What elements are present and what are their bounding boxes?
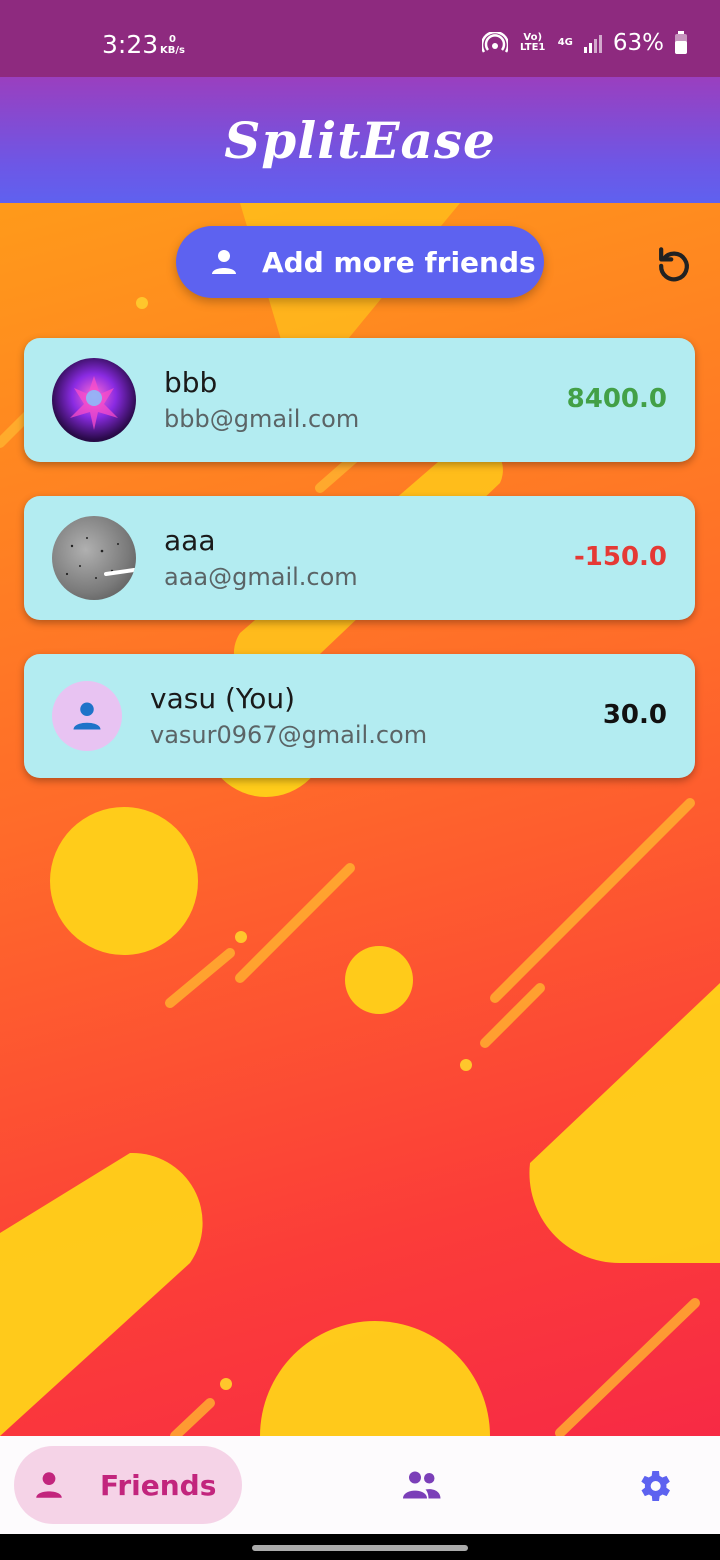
app-title: SplitEase (224, 110, 496, 170)
friend-name: vasu (You) (150, 682, 296, 715)
friend-name: aaa (164, 524, 216, 557)
groups-icon[interactable] (400, 1466, 442, 1504)
person-icon (212, 250, 236, 274)
avatar (52, 516, 136, 600)
add-friends-label: Add more friends (262, 245, 536, 279)
nav-friends-label: Friends (100, 1468, 217, 1502)
friend-balance: 30.0 (602, 700, 667, 730)
friend-balance: 8400.0 (566, 384, 667, 414)
refresh-icon[interactable] (652, 242, 696, 286)
volte-label: Vo) LTE1 (520, 32, 546, 53)
home-indicator[interactable] (252, 1545, 468, 1551)
settings-icon[interactable] (634, 1466, 674, 1506)
bottom-navigation: Friends (0, 1436, 720, 1534)
status-bar: 3:23 0 KB/s Vo) LTE1 4G 63% (0, 0, 720, 77)
network-type: 4G (557, 37, 573, 48)
avatar (52, 358, 136, 442)
avatar (52, 681, 122, 751)
friend-name: bbb (164, 366, 218, 399)
friend-card-aaa[interactable]: aaa aaa@gmail.com -150.0 (24, 496, 695, 620)
friend-email: vasur0967@gmail.com (150, 721, 428, 749)
signal-icon (583, 35, 602, 53)
nav-friends-tab[interactable]: Friends (14, 1446, 242, 1524)
friend-email: aaa@gmail.com (164, 563, 358, 591)
add-friends-button[interactable]: Add more friends (176, 226, 544, 298)
friend-card-bbb[interactable]: bbb bbb@gmail.com 8400.0 (24, 338, 695, 462)
net-speed-unit: KB/s (160, 45, 185, 56)
status-icons: Vo) LTE1 4G 63% (481, 30, 688, 56)
friend-balance: -150.0 (573, 542, 667, 572)
battery-icon (675, 31, 687, 54)
friend-email: bbb@gmail.com (164, 405, 360, 433)
net-speed: 0 KB/s (160, 34, 185, 56)
gesture-bar (0, 1534, 720, 1560)
person-icon (36, 1472, 62, 1498)
hotspot-icon (481, 32, 508, 53)
friend-card-you[interactable]: vasu (You) vasur0967@gmail.com 30.0 (24, 654, 695, 778)
net-speed-value: 0 (169, 34, 176, 45)
avatar-art-icon (70, 376, 118, 430)
avatar-art-icon (65, 537, 136, 579)
battery-percent: 63% (612, 30, 664, 56)
status-time: 3:23 (102, 30, 159, 59)
app-bar: SplitEase (0, 77, 720, 203)
person-icon (73, 702, 101, 730)
